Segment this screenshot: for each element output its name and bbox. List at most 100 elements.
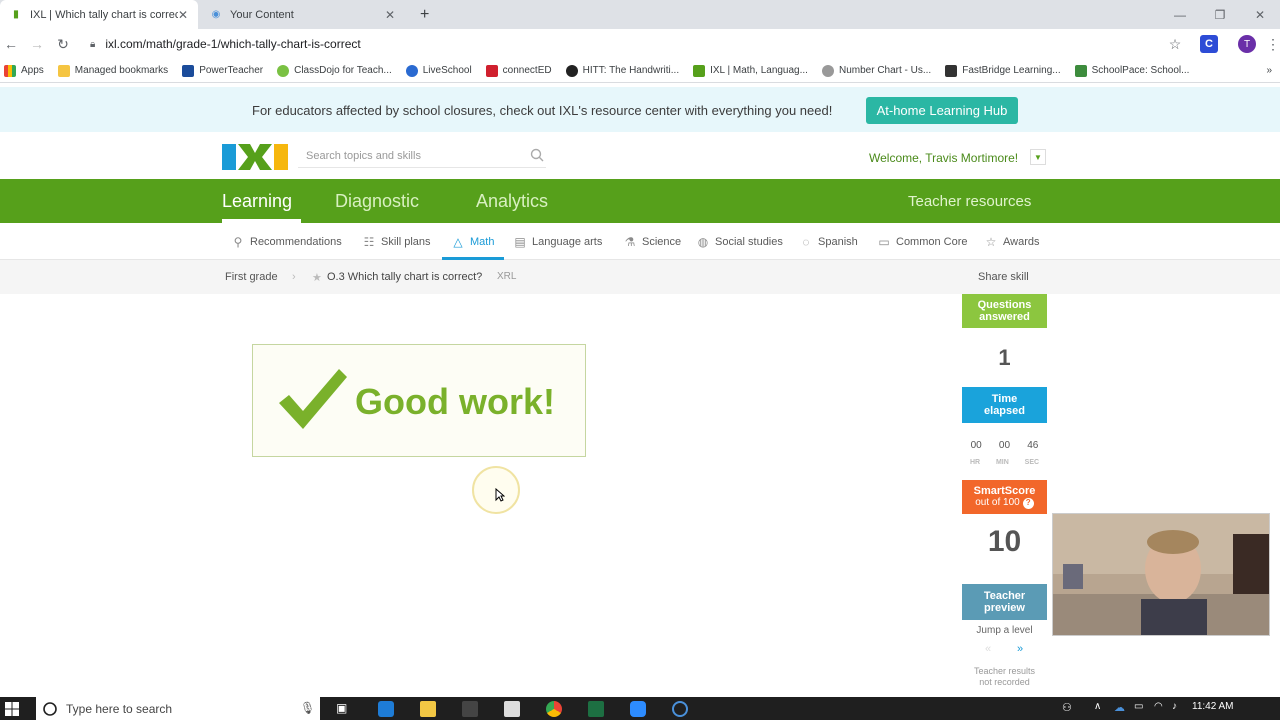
people-icon[interactable]: ⚇ bbox=[1062, 701, 1078, 717]
bookmark-liveschool[interactable]: LiveSchool bbox=[405, 64, 472, 77]
cursor-icon bbox=[495, 488, 505, 502]
bookmark-schoolpace[interactable]: SchoolPace: School... bbox=[1074, 64, 1189, 77]
subnav-common-core[interactable]: ▭ Common Core bbox=[877, 235, 967, 249]
microphone-icon[interactable]: 🎙︎ bbox=[300, 701, 316, 717]
bookmark-fastbridge[interactable]: FastBridge Learning... bbox=[945, 64, 1061, 77]
ixl-favicon-icon: ▮ bbox=[13, 9, 19, 20]
search-icon[interactable] bbox=[530, 148, 544, 162]
cortana-icon[interactable] bbox=[672, 701, 688, 717]
nav-analytics[interactable]: Analytics bbox=[476, 191, 548, 212]
teacher-resources-link[interactable]: Teacher resources bbox=[908, 193, 1031, 210]
reload-icon[interactable]: ↻ bbox=[54, 35, 72, 53]
address-bar: ← → ↻ 🔒︎ ixl.com/math/grade-1/which-tall… bbox=[0, 29, 1280, 59]
bookmark-connected[interactable]: connectED bbox=[485, 64, 552, 77]
breadcrumb bbox=[0, 260, 1280, 294]
url-text: ixl.com/math/grade-1/which-tally-chart-i… bbox=[105, 37, 361, 51]
battery-icon[interactable]: ▭ bbox=[1134, 701, 1150, 717]
back-icon[interactable]: ← bbox=[2, 35, 20, 53]
math-icon: △ bbox=[453, 235, 463, 249]
close-icon[interactable]: ✕ bbox=[178, 8, 188, 22]
chevron-up-icon[interactable]: ∧ bbox=[1094, 701, 1110, 717]
url-field[interactable]: 🔒︎ ixl.com/math/grade-1/which-tally-char… bbox=[90, 33, 1190, 55]
maximize-icon[interactable]: ❐ bbox=[1200, 0, 1240, 29]
zoom-icon[interactable] bbox=[630, 701, 646, 717]
time-elapsed-header: Time elapsed bbox=[962, 387, 1047, 423]
folder-icon bbox=[57, 64, 70, 77]
tab-your-content[interactable]: ◉ Your Content ✕ bbox=[200, 0, 405, 29]
subnav-math[interactable]: △ Math bbox=[451, 235, 494, 249]
taskbar-search-input[interactable]: Type here to search bbox=[36, 697, 320, 720]
bookmark-powerteacher[interactable]: PowerTeacher bbox=[182, 64, 263, 77]
bookmark-ixl[interactable]: IXL | Math, Languag... bbox=[693, 64, 808, 77]
new-tab-icon[interactable]: + bbox=[410, 0, 434, 29]
ixl-icon bbox=[693, 64, 706, 77]
menu-icon[interactable]: ⋮ bbox=[1264, 35, 1280, 53]
chevron-down-icon[interactable]: ▼ bbox=[1030, 149, 1046, 165]
browser-tab-bar: ▮ IXL | Which tally chart is correct? ✕ … bbox=[0, 0, 1280, 29]
teacher-preview-header: Teacher preview bbox=[962, 584, 1047, 620]
share-skill-button[interactable]: Share skill bbox=[978, 271, 1029, 283]
subnav-science[interactable]: ⚗ Science bbox=[623, 235, 682, 249]
banner-text: For educators affected by school closure… bbox=[252, 103, 833, 118]
jump-prev-button[interactable]: « bbox=[972, 641, 1004, 657]
star-icon[interactable]: ☆ bbox=[1166, 35, 1184, 53]
subnav-awards[interactable]: ☆ Awards bbox=[984, 235, 1040, 249]
awards-icon: ☆ bbox=[985, 235, 997, 249]
time-elapsed-value: 00 00 46 bbox=[970, 440, 1039, 451]
nav-learning[interactable]: Learning bbox=[222, 191, 292, 212]
profile-avatar[interactable]: T bbox=[1238, 35, 1256, 53]
chevron-right-icon: › bbox=[292, 271, 296, 283]
window-close-icon[interactable]: ✕ bbox=[1240, 0, 1280, 29]
search-input[interactable]: Search topics and skills bbox=[298, 144, 546, 168]
extension-icon[interactable]: C bbox=[1200, 35, 1218, 53]
close-icon[interactable]: ✕ bbox=[385, 8, 395, 22]
social-studies-icon: ◍ bbox=[697, 235, 709, 249]
more-bookmarks-icon[interactable]: » bbox=[1266, 65, 1272, 76]
bookmark-managed[interactable]: Managed bookmarks bbox=[57, 64, 168, 77]
task-view-icon[interactable]: ▣ bbox=[336, 701, 352, 717]
help-icon[interactable]: ? bbox=[1022, 497, 1034, 509]
windows-start-icon[interactable] bbox=[4, 701, 20, 717]
subnav-spanish[interactable]: ◌ Spanish bbox=[799, 235, 857, 249]
onedrive-icon[interactable]: ☁ bbox=[1114, 701, 1130, 717]
jump-next-button[interactable]: » bbox=[1004, 641, 1036, 657]
webcam-overlay bbox=[1052, 513, 1270, 636]
apps-icon bbox=[4, 64, 16, 77]
bookmark-classdojo[interactable]: ClassDojo for Teach... bbox=[277, 64, 392, 77]
welcome-text[interactable]: Welcome, Travis Mortimore! bbox=[869, 151, 1018, 165]
tab-title: Your Content bbox=[230, 8, 294, 21]
chrome-icon[interactable] bbox=[546, 701, 562, 717]
wifi-icon[interactable]: ◠ bbox=[1154, 701, 1170, 717]
subnav-skill-plans[interactable]: ☷ Skill plans bbox=[362, 235, 431, 249]
checkmark-icon bbox=[279, 369, 347, 429]
excel-icon[interactable] bbox=[588, 701, 604, 717]
mail-icon[interactable] bbox=[504, 701, 520, 717]
language-arts-icon: ▤ bbox=[514, 235, 526, 249]
fastbridge-icon bbox=[945, 64, 958, 77]
subnav-recommendations[interactable]: ⚲ Recommendations bbox=[231, 235, 342, 249]
star-icon[interactable]: ★ bbox=[312, 271, 322, 284]
bookmark-apps[interactable]: Apps bbox=[4, 64, 44, 77]
tab-ixl[interactable]: ▮ IXL | Which tally chart is correct? ✕ bbox=[0, 0, 198, 29]
classdojo-icon bbox=[277, 64, 290, 77]
bookmark-hitt[interactable]: HITT: The Handwriti... bbox=[565, 64, 679, 77]
nav-diagnostic[interactable]: Diagnostic bbox=[335, 191, 419, 212]
subnav-language-arts[interactable]: ▤ Language arts bbox=[513, 235, 602, 249]
at-home-learning-hub-button[interactable]: At-home Learning Hub bbox=[866, 97, 1018, 124]
recommendations-icon: ⚲ bbox=[233, 235, 243, 249]
common-core-icon: ▭ bbox=[878, 235, 890, 249]
bookmark-number-chart[interactable]: Number Chart - Us... bbox=[821, 64, 931, 77]
subnav-social-studies[interactable]: ◍ Social studies bbox=[696, 235, 783, 249]
ixl-logo[interactable] bbox=[222, 144, 288, 170]
store-icon[interactable] bbox=[462, 701, 478, 717]
breadcrumb-grade[interactable]: First grade bbox=[225, 271, 278, 283]
feedback-box: Good work! bbox=[252, 344, 586, 457]
minimize-icon[interactable]: — bbox=[1160, 0, 1200, 29]
edge-icon[interactable] bbox=[378, 701, 394, 717]
system-clock[interactable]: 11:42 AM bbox=[1192, 701, 1234, 712]
forward-icon[interactable]: → bbox=[28, 35, 46, 53]
jump-level-label: Jump a level bbox=[976, 625, 1033, 636]
file-explorer-icon[interactable] bbox=[420, 701, 436, 717]
number-chart-icon bbox=[821, 64, 834, 77]
volume-icon[interactable]: ♪ bbox=[1172, 701, 1188, 717]
